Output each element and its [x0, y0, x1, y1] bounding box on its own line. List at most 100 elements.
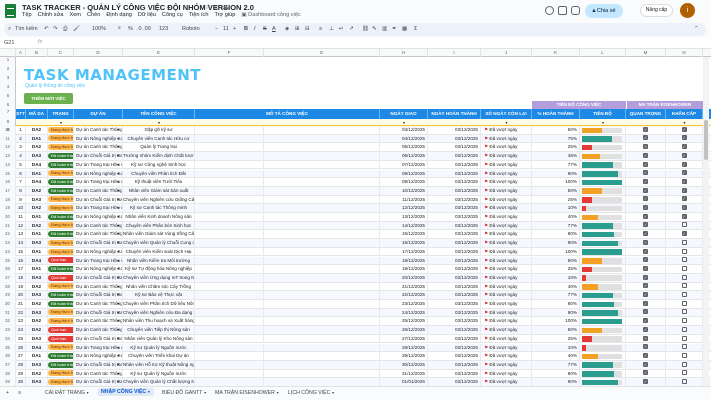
- row-start-date[interactable]: 12/12/2025: [380, 204, 428, 213]
- row-start-date[interactable]: 08/12/2025: [380, 169, 428, 179]
- row-description[interactable]: [195, 160, 264, 170]
- cloud-status-icon[interactable]: ☁: [222, 4, 231, 11]
- row-description[interactable]: [195, 352, 264, 361]
- column-header[interactable]: F: [195, 49, 264, 57]
- row-end-date[interactable]: 03/12/2025: [428, 213, 481, 222]
- row-task-name[interactable]: Chuyên viên Triển khai Dự án: [123, 352, 195, 361]
- row-important-cell[interactable]: ✓: [626, 169, 666, 179]
- filter-icon[interactable]: ▾: [401, 120, 407, 125]
- row-status-cell[interactable]: Đã hoàn thành▼: [48, 178, 74, 187]
- row-urgent-cell[interactable]: [666, 273, 703, 283]
- row-important-cell[interactable]: ✓: [626, 334, 666, 344]
- menu-dashboard-link[interactable]: ▣ Dashboard công việc: [241, 12, 300, 18]
- insert-chart-icon[interactable]: ▥: [382, 26, 387, 32]
- row-description[interactable]: [195, 213, 264, 222]
- row-header[interactable]: 24: [0, 247, 16, 257]
- row-header[interactable]: 31: [0, 308, 16, 318]
- row-end-date[interactable]: 03/12/2025: [428, 308, 481, 318]
- row-urgent-cell[interactable]: ✓: [666, 213, 703, 222]
- status-chip[interactable]: Đang thực hiện▼: [48, 248, 73, 255]
- important-checkbox[interactable]: ✓: [643, 187, 648, 193]
- row-important-cell[interactable]: ✓: [626, 360, 666, 370]
- status-chip[interactable]: Đang thực hiện▼: [48, 379, 73, 386]
- important-checkbox[interactable]: ✓: [643, 178, 648, 184]
- insert-comment-icon[interactable]: ✎: [372, 26, 377, 32]
- paint-format-icon[interactable]: 🖌︎: [73, 26, 80, 32]
- text-rotation-icon[interactable]: ↗: [349, 26, 354, 32]
- row-end-date[interactable]: 03/12/2025: [428, 317, 481, 327]
- row-urgent-cell[interactable]: [666, 291, 703, 300]
- row-header[interactable]: 4: [0, 84, 16, 89]
- table-row[interactable]: 3829DA2Đang thực hiện▼Dự án Canh tác Thô…: [0, 369, 711, 379]
- important-checkbox[interactable]: ✓: [643, 283, 648, 289]
- row-start-date[interactable]: 03/12/2025: [380, 126, 428, 135]
- sheet-tab[interactable]: CÀI ĐẶT TRANG ▼: [45, 390, 89, 396]
- row-important-cell[interactable]: ✓: [626, 273, 666, 283]
- table-row[interactable]: 101DA2Đang thực hiện▼Dự án Canh tác Thôn…: [0, 126, 711, 135]
- row-description[interactable]: [195, 204, 264, 213]
- row-task-name[interactable]: Gặp gỡ kỹ sư: [123, 126, 195, 135]
- row-task-name[interactable]: Chuyên viên Phân bón Sinh học: [123, 221, 195, 231]
- row-task-name[interactable]: Chuyên viên Nghiên cứu Giống Cây Trồng: [123, 195, 195, 205]
- row-status-cell[interactable]: Đã hoàn thành▼: [48, 291, 74, 300]
- zoom-select[interactable]: 100%: [92, 26, 106, 32]
- row-urgent-cell[interactable]: [666, 360, 703, 370]
- table-row[interactable]: 2920DA3Đã hoàn thành▼Dự án Chuỗi Giá trị…: [0, 291, 711, 300]
- table-row[interactable]: 2819DA2Đang thực hiện▼Dự án Canh tác Thô…: [0, 282, 711, 292]
- row-start-date[interactable]: 18/12/2025: [380, 256, 428, 266]
- row-task-name[interactable]: Trưởng nhóm Kiểm định Chất lượng Nông sả…: [123, 152, 195, 161]
- row-description[interactable]: [195, 282, 264, 292]
- row-task-name[interactable]: Kỹ sư Quản lý Nguồn nước: [123, 343, 195, 353]
- row-urgent-cell[interactable]: ✓: [666, 143, 703, 153]
- row-task-name[interactable]: Nhân viên Chăm sóc Cây Trồng: [123, 282, 195, 292]
- row-important-cell[interactable]: ✓: [626, 186, 666, 196]
- row-status-cell[interactable]: Đang thực hiện▼: [48, 378, 74, 386]
- column-header[interactable]: E: [123, 49, 195, 57]
- row-important-cell[interactable]: ✓: [626, 178, 666, 187]
- important-checkbox[interactable]: ✓: [643, 265, 648, 271]
- status-chip[interactable]: Đã hoàn thành▼: [48, 161, 73, 168]
- row-end-date[interactable]: 03/12/2025: [428, 134, 481, 144]
- important-checkbox[interactable]: ✓: [643, 361, 648, 367]
- row-status-cell[interactable]: Đang thực hiện▼: [48, 169, 74, 179]
- table-row[interactable]: 2112DA2Đang thực hiện▼Dự án Canh tác Thô…: [0, 221, 711, 231]
- table-row[interactable]: 3223DA2Đang thực hiện▼Dự án Canh tác Thô…: [0, 317, 711, 327]
- column-header[interactable]: M: [626, 49, 666, 57]
- row-task-name[interactable]: Chuyên viên Phân tích Đất: [123, 169, 195, 179]
- scrollbar-thumb[interactable]: [704, 120, 708, 160]
- row-status-cell[interactable]: Quá hạn▼: [48, 334, 74, 344]
- row-project-cell[interactable]: Dự án Canh tác Thông minh▼: [74, 186, 123, 196]
- row-urgent-cell[interactable]: [666, 352, 703, 361]
- vertical-align-icon[interactable]: ⊥: [329, 26, 334, 32]
- filter-icon[interactable]: ▾: [600, 120, 606, 125]
- status-chip[interactable]: Đang thực hiện▼: [48, 239, 73, 246]
- row-description-ext[interactable]: [264, 204, 380, 213]
- percent-format-button[interactable]: %: [128, 26, 133, 32]
- row-status-cell[interactable]: Đang thực hiện▼: [48, 126, 74, 135]
- row-project-cell[interactable]: Dự án Chuỗi Giá trị Rau Sạch▼: [74, 378, 123, 386]
- filter-icon[interactable]: ▾: [682, 120, 688, 125]
- row-status-cell[interactable]: Đã hoàn thành▼: [48, 352, 74, 361]
- row-description[interactable]: [195, 195, 264, 205]
- status-chip[interactable]: Đã hoàn thành▼: [48, 361, 73, 368]
- status-chip[interactable]: Đã hoàn thành▼: [48, 352, 73, 359]
- row-project-cell[interactable]: Dự án Chuỗi Giá trị Rau Sạch▼: [74, 152, 123, 161]
- row-project-cell[interactable]: Dự án Canh tác Thông minh▼: [74, 300, 123, 309]
- row-end-date[interactable]: 03/12/2025: [428, 221, 481, 231]
- row-task-name[interactable]: Chuyên viên Ứng dụng IoT trong Nông nghi…: [123, 273, 195, 283]
- filter-views-icon[interactable]: ▦: [402, 26, 407, 32]
- history-icon[interactable]: [545, 6, 554, 15]
- row-status-cell[interactable]: Đã hoàn thành▼: [48, 213, 74, 222]
- insert-link-icon[interactable]: ⛓︎: [362, 26, 369, 32]
- column-header[interactable]: K: [532, 49, 580, 57]
- row-start-date[interactable]: 15/12/2025: [380, 230, 428, 240]
- row-important-cell[interactable]: ✓: [626, 134, 666, 144]
- important-checkbox[interactable]: ✓: [643, 239, 648, 245]
- status-chip[interactable]: Quá hạn▼: [48, 326, 73, 333]
- urgent-checkbox[interactable]: [681, 326, 687, 332]
- row-urgent-cell[interactable]: ✓: [666, 169, 703, 179]
- row-end-date[interactable]: 03/12/2025: [428, 273, 481, 283]
- strikethrough-icon[interactable]: S: [263, 26, 267, 32]
- row-description-ext[interactable]: [264, 291, 380, 300]
- important-checkbox[interactable]: ✓: [643, 300, 648, 306]
